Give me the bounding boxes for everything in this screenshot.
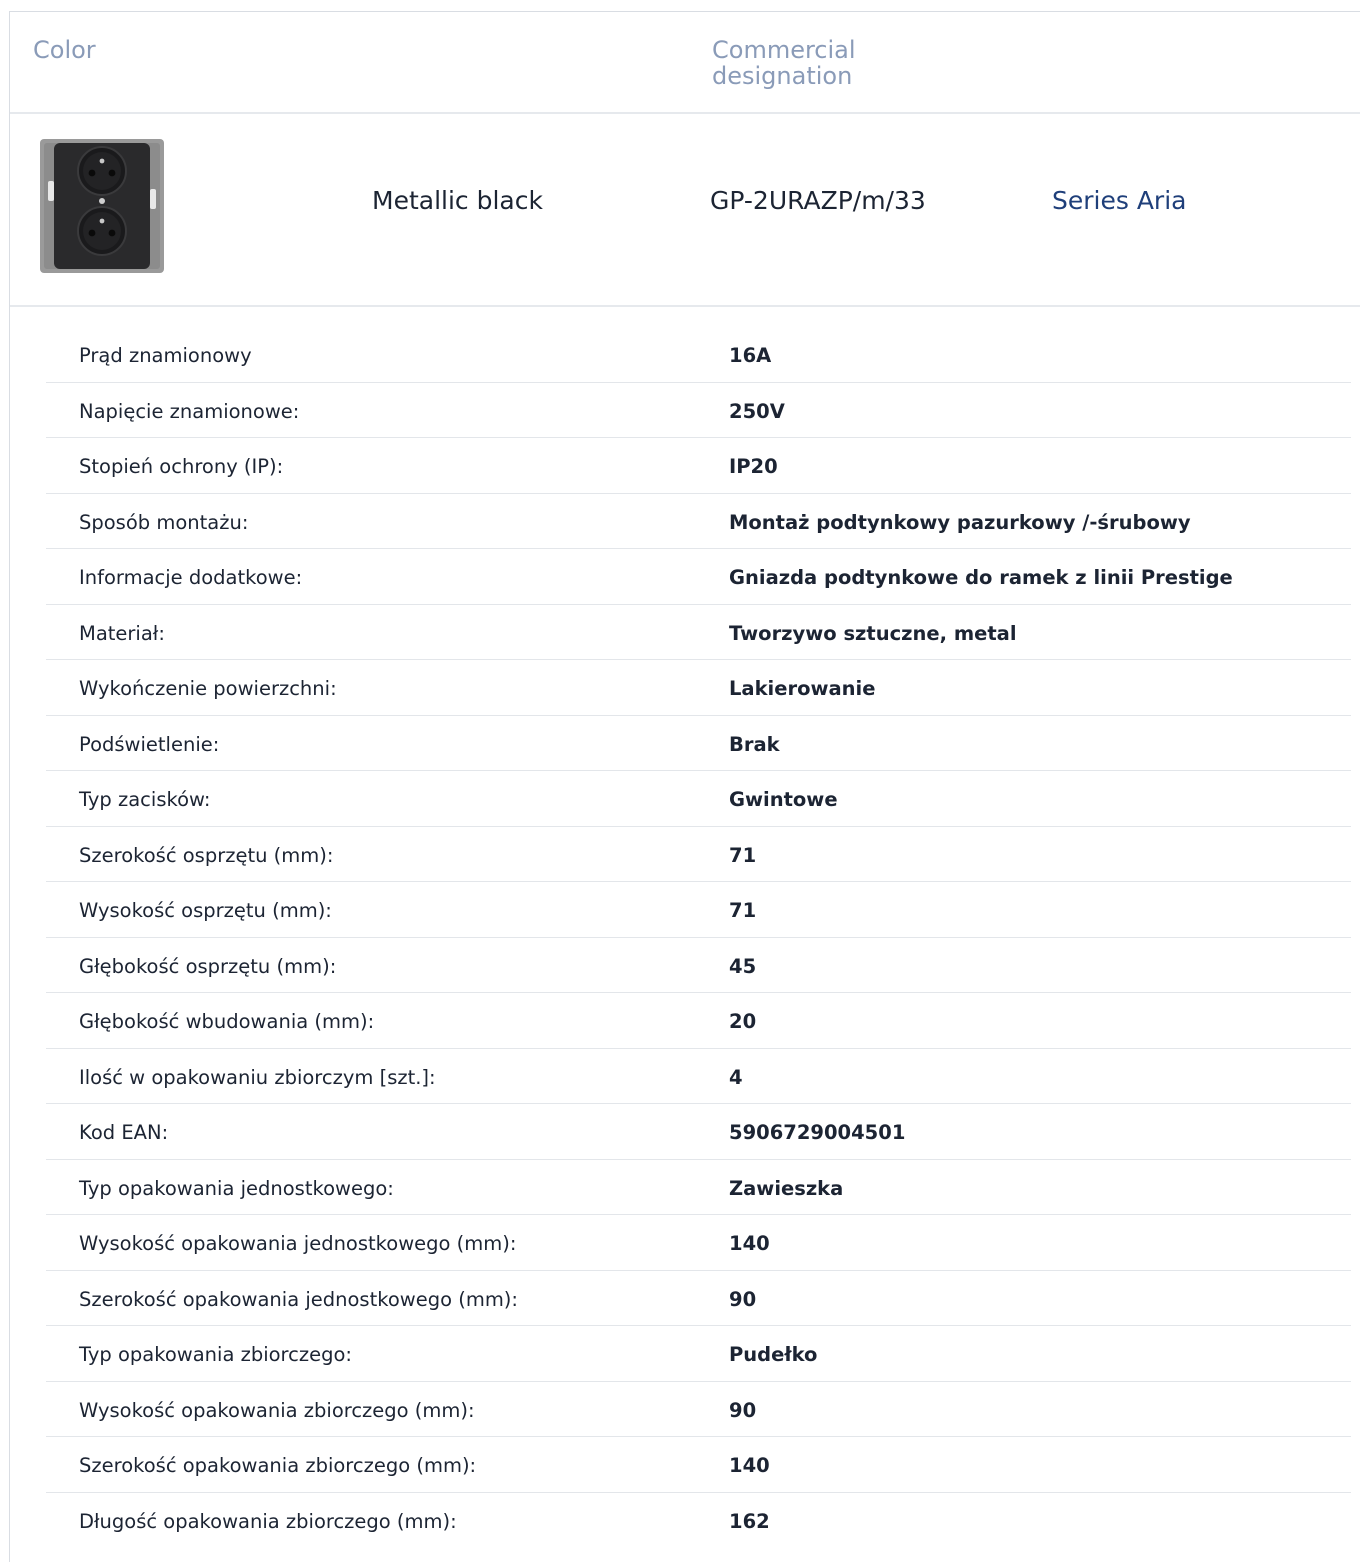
spec-label: Wysokość opakowania jednostkowego (mm): — [79, 1232, 517, 1255]
table-row: Szerokość osprzętu (mm): 71 — [46, 827, 1351, 882]
spec-value: 162 — [729, 1509, 770, 1533]
spec-value: Pudełko — [729, 1343, 818, 1366]
product-panel: Color Commercial designation Metallic bl… — [9, 11, 1360, 1562]
spec-value: Brak — [729, 732, 780, 756]
spec-label: Napięcie znamionowe: — [79, 399, 300, 423]
table-row: Typ opakowania zbiorczego: Pudełko — [46, 1326, 1351, 1382]
spec-label: Wysokość opakowania zbiorczego (mm): — [79, 1398, 475, 1422]
spec-label: Szerokość opakowania jednostkowego (mm): — [79, 1287, 518, 1311]
spec-label: Szerokość osprzętu (mm): — [79, 843, 334, 867]
spec-value: Montaż podtynkowy pazurkowy /-śrubowy — [729, 510, 1191, 534]
table-row: Materiał: Tworzywo sztuczne, metal — [46, 605, 1351, 660]
spec-label: Wykończenie powierzchni: — [79, 677, 337, 700]
table-row: Głębokość osprzętu (mm): 45 — [46, 938, 1351, 993]
spec-label: Wysokość osprzętu (mm): — [79, 899, 332, 922]
table-row: Napięcie znamionowe: 250V — [46, 383, 1351, 438]
spec-value: IP20 — [729, 455, 778, 478]
spec-value: 5906729004501 — [729, 1121, 906, 1144]
table-row: Wysokość osprzętu (mm): 71 — [46, 882, 1351, 938]
series-link[interactable]: Series Aria — [1052, 186, 1186, 215]
spec-value: 20 — [729, 1010, 757, 1033]
spec-value: Gwintowe — [729, 788, 838, 811]
spec-label: Ilość w opakowaniu zbiorczym [szt.]: — [79, 1065, 436, 1089]
spec-value: 90 — [729, 1398, 757, 1422]
socket-icon — [30, 129, 178, 277]
spec-label: Prąd znamionowy — [79, 344, 252, 367]
spec-label: Typ opakowania jednostkowego: — [79, 1176, 394, 1200]
spec-value: Zawieszka — [729, 1176, 844, 1200]
spec-value: 140 — [729, 1454, 770, 1477]
product-designation-value: GP-2URAZP/m/33 — [710, 186, 926, 215]
table-row: Wykończenie powierzchni: Lakierowanie — [46, 660, 1351, 716]
spec-label: Podświetlenie: — [79, 732, 220, 756]
color-column-header: Color — [33, 36, 96, 64]
table-row: Typ opakowania jednostkowego: Zawieszka — [46, 1160, 1351, 1215]
table-row: Ilość w opakowaniu zbiorczym [szt.]: 4 — [46, 1049, 1351, 1104]
table-row: Szerokość opakowania zbiorczego (mm): 140 — [46, 1437, 1351, 1493]
spec-label: Głębokość wbudowania (mm): — [79, 1010, 375, 1033]
spec-value: Tworzywo sztuczne, metal — [729, 621, 1017, 645]
table-row: Podświetlenie: Brak — [46, 716, 1351, 771]
spec-value: Gniazda podtynkowe do ramek z linii Pres… — [729, 566, 1233, 589]
spec-label: Typ opakowania zbiorczego: — [79, 1343, 352, 1366]
spec-value: 140 — [729, 1232, 770, 1255]
spec-label: Szerokość opakowania zbiorczego (mm): — [79, 1454, 477, 1477]
table-row: Długość opakowania zbiorczego (mm): 162 — [46, 1493, 1351, 1548]
spec-label: Stopień ochrony (IP): — [79, 455, 284, 478]
spec-label: Sposób montażu: — [79, 510, 249, 534]
spec-table: Prąd znamionowy 16A Napięcie znamionowe: 25… — [46, 327, 1351, 1547]
spec-value: 90 — [729, 1287, 757, 1311]
spec-label: Typ zacisków: — [79, 788, 211, 811]
spec-value: 16A — [729, 344, 772, 367]
spec-value: Lakierowanie — [729, 677, 876, 700]
table-header: Color Commercial designation — [10, 12, 1360, 114]
product-color-value: Metallic black — [372, 186, 543, 215]
product-row: Metallic black GP-2URAZP/m/33 Series Ari… — [10, 114, 1360, 307]
table-row: Informacje dodatkowe: Gniazda podtynkowe … — [46, 549, 1351, 605]
table-row: Prąd znamionowy 16A — [46, 327, 1351, 383]
table-row: Stopień ochrony (IP): IP20 — [46, 438, 1351, 494]
designation-column-header: Commercial designation — [712, 36, 856, 90]
spec-label: Kod EAN: — [79, 1121, 169, 1144]
spec-label: Głębokość osprzętu (mm): — [79, 954, 337, 978]
table-row: Wysokość opakowania zbiorczego (mm): 90 — [46, 1382, 1351, 1437]
spec-value: 45 — [729, 954, 757, 978]
spec-label: Długość opakowania zbiorczego (mm): — [79, 1509, 457, 1533]
spec-value: 71 — [729, 843, 757, 867]
table-row: Sposób montażu: Montaż podtynkowy pazurko… — [46, 494, 1351, 549]
spec-label: Informacje dodatkowe: — [79, 566, 303, 589]
spec-value: 250V — [729, 399, 785, 423]
table-row: Wysokość opakowania jednostkowego (mm): 1… — [46, 1215, 1351, 1271]
spec-label: Materiał: — [79, 621, 165, 645]
table-row: Typ zacisków: Gwintowe — [46, 771, 1351, 827]
spec-value: 4 — [729, 1065, 743, 1089]
table-row: Głębokość wbudowania (mm): 20 — [46, 993, 1351, 1049]
spec-value: 71 — [729, 899, 757, 922]
table-row: Szerokość opakowania jednostkowego (mm):… — [46, 1271, 1351, 1326]
table-row: Kod EAN: 5906729004501 — [46, 1104, 1351, 1160]
